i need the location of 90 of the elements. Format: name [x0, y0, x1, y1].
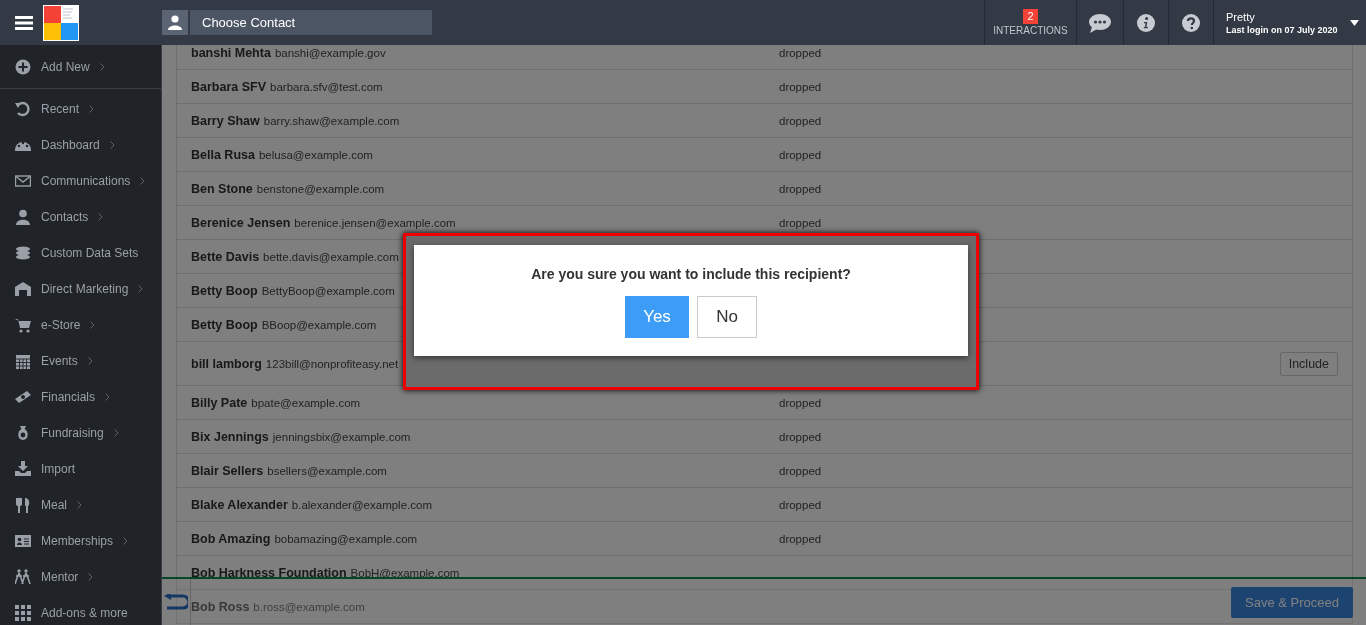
logo-icon — [43, 4, 79, 41]
recipient-status: dropped — [779, 464, 822, 477]
recipient-email: bobamazing@example.com — [274, 532, 418, 545]
recipient-name: banshi Mehta — [191, 45, 271, 60]
user-name: Pretty — [1226, 10, 1256, 23]
include-button[interactable]: Include — [1279, 351, 1338, 376]
sidebar-item[interactable]: Custom Data Sets — [0, 235, 161, 271]
sidebar-item[interactable]: Add-ons & more — [0, 595, 161, 625]
sidebar-item[interactable]: e-Store — [0, 307, 161, 343]
recipient-status: dropped — [779, 430, 822, 443]
sidebar-item[interactable]: Financials — [0, 379, 161, 415]
sidebar-item[interactable]: Communications — [0, 163, 161, 199]
recipient-status: dropped — [779, 46, 822, 59]
cancel-button[interactable]: No — [697, 296, 757, 338]
grid-icon — [15, 605, 31, 621]
recipient-email: BobH@example.com — [350, 566, 460, 579]
sidebar-item[interactable]: Fundraising — [0, 415, 161, 451]
undo-icon — [15, 101, 31, 117]
recipient-email: BettyBoop@example.com — [261, 284, 395, 297]
recipient-name: Bette Davis — [191, 249, 260, 264]
person-icon — [162, 10, 188, 35]
download-tray-icon — [15, 461, 31, 477]
recipient-email: belusa@example.com — [258, 148, 373, 161]
sidebar-item[interactable]: Add New — [0, 45, 161, 89]
recipient-email: benstone@example.com — [256, 182, 385, 195]
banknote-icon — [15, 389, 31, 405]
choose-contact-field[interactable]: Choose Contact — [190, 10, 432, 35]
recipient-email: bsellers@example.com — [267, 464, 387, 477]
recipient-status: dropped — [779, 182, 822, 195]
sidebar-item[interactable]: Import — [0, 451, 161, 487]
caret-icon — [1349, 19, 1359, 26]
recipient-email: bette.davis@example.com — [263, 250, 399, 263]
id-card-icon — [15, 533, 31, 549]
recipient-email: 123bill@nonprofiteasy.net — [265, 357, 399, 370]
recipient-name: Bix Jennings — [191, 429, 269, 444]
recipient-name: Berenice Jensen — [191, 215, 291, 230]
envelope-icon — [15, 173, 31, 189]
house-icon — [15, 281, 31, 297]
recipient-status: dropped — [779, 114, 822, 127]
sidebar-item[interactable]: Direct Marketing — [0, 271, 161, 307]
recipient-name: Billy Pate — [191, 395, 248, 410]
recipient-name: Barry Shaw — [191, 113, 260, 128]
stack-icon — [15, 245, 31, 261]
sidebar-item[interactable]: Events — [0, 343, 161, 379]
sidebar-item[interactable]: Dashboard — [0, 127, 161, 163]
recipient-status: dropped — [779, 216, 822, 229]
recipient-email: berenice.jensen@example.com — [294, 216, 456, 229]
sidebar-item[interactable]: Memberships — [0, 523, 161, 559]
help-icon[interactable] — [1182, 13, 1200, 32]
plus-circle-icon — [15, 58, 31, 75]
recipient-name: Betty Boop — [191, 317, 258, 332]
recipient-status: dropped — [779, 80, 822, 93]
recipient-name: Bob Harkness Foundation — [191, 565, 347, 580]
recipient-name: Ben Stone — [191, 181, 253, 196]
sidebar-item[interactable]: Contacts — [0, 199, 161, 235]
fork-knife-icon — [15, 497, 31, 513]
dialog-question: Are you sure you want to include this recipient? — [531, 266, 851, 282]
sidebar-item[interactable]: Mentor — [0, 559, 161, 595]
recipient-email: jenningsbix@example.com — [272, 430, 411, 443]
cart-icon — [15, 317, 31, 333]
recipient-name: Betty Boop — [191, 283, 258, 298]
person-icon — [15, 209, 31, 225]
recipient-email: b.alexander@example.com — [291, 498, 432, 511]
chat-icon[interactable] — [1088, 12, 1112, 33]
info-icon[interactable] — [1137, 13, 1155, 32]
recipient-status: dropped — [779, 532, 822, 545]
recipient-email: barbara.sfv@test.com — [270, 80, 383, 93]
recipient-name: Bob Ross — [191, 599, 250, 614]
recipient-name: Bob Amazing — [191, 531, 271, 546]
recipient-name: Blair Sellers — [191, 463, 264, 478]
sidebar-item[interactable]: Recent — [0, 91, 161, 127]
recipient-email: bpate@example.com — [251, 396, 361, 409]
recipient-email: b.ross@example.com — [253, 600, 365, 613]
recipient-email: barry.shaw@example.com — [263, 114, 400, 127]
recipient-status: dropped — [779, 148, 822, 161]
interactions-count: 2 — [1023, 9, 1038, 24]
back-arrow-icon[interactable] — [164, 594, 188, 610]
running-people-icon — [15, 569, 31, 585]
recipient-name: Bella Rusa — [191, 147, 255, 162]
recipient-email: banshi@example.gov — [274, 46, 386, 59]
recipient-name: Barbara SFV — [191, 79, 267, 94]
money-bag-icon — [15, 425, 31, 441]
recipient-name: Blake Alexander — [191, 497, 288, 512]
calendar-icon — [15, 353, 31, 369]
sidebar-item[interactable]: Meal — [0, 487, 161, 523]
recipient-name: bill lamborg — [191, 356, 262, 371]
recipient-status: dropped — [779, 396, 822, 409]
recipient-status: dropped — [779, 498, 822, 511]
last-login-text: Last login on 07 July 2020 — [1226, 24, 1338, 35]
recipient-email: BBoop@example.com — [261, 318, 377, 331]
